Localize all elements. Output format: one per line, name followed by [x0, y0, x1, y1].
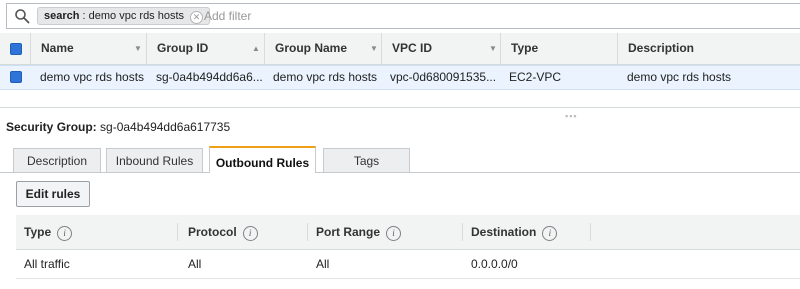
- column-divider: [307, 223, 308, 241]
- rules-header-protocol: Protocol i: [188, 215, 258, 249]
- column-header-type[interactable]: Type: [500, 33, 618, 64]
- security-group-heading: Security Group: sg-0a4b494dd6a617735: [6, 120, 230, 134]
- tab-tags[interactable]: Tags: [323, 148, 410, 172]
- info-icon[interactable]: i: [386, 226, 402, 241]
- rule-protocol: All: [188, 257, 202, 271]
- tab-divider: [0, 172, 800, 173]
- cell-description: demo vpc rds hosts: [627, 70, 732, 84]
- sort-icon[interactable]: ▼: [370, 33, 378, 64]
- edit-rules-button[interactable]: Edit rules: [16, 181, 90, 207]
- table-header: Name ▼ Group ID ▲ Group Name ▼ VPC ID ▼ …: [0, 33, 800, 65]
- filter-bar[interactable]: search : demo vpc rds hosts ✕: [6, 3, 800, 29]
- info-icon[interactable]: i: [57, 226, 73, 241]
- rule-port-range: All: [316, 257, 330, 271]
- rule-destination: 0.0.0.0/0: [471, 257, 518, 271]
- column-divider: [462, 223, 463, 241]
- rules-table-row: All traffic All All 0.0.0.0/0: [16, 250, 800, 279]
- row-checkbox[interactable]: [10, 71, 22, 83]
- filter-token-key: search: [44, 10, 80, 22]
- column-header-group-name[interactable]: Group Name: [264, 33, 382, 64]
- filter-token[interactable]: search : demo vpc rds hosts ✕: [37, 7, 211, 25]
- info-icon[interactable]: i: [242, 226, 258, 241]
- splitter-grip-icon[interactable]: ▪▪▪: [565, 111, 578, 121]
- panel-splitter[interactable]: [0, 107, 800, 108]
- cell-group-id: sg-0a4b494dd6a6...: [156, 70, 263, 84]
- tab-description[interactable]: Description: [13, 148, 101, 172]
- column-header-vpc-id[interactable]: VPC ID: [381, 33, 501, 64]
- cell-type: EC2-VPC: [509, 70, 562, 84]
- column-header-description[interactable]: Description: [617, 33, 800, 64]
- cell-group-name: demo vpc rds hosts: [273, 70, 378, 84]
- security-group-id: sg-0a4b494dd6a617735: [100, 120, 231, 134]
- column-header-name[interactable]: Name: [30, 33, 147, 64]
- sort-icon[interactable]: ▼: [489, 33, 497, 64]
- rules-header-destination: Destination i: [471, 215, 558, 249]
- select-all-checkbox[interactable]: [10, 43, 22, 55]
- add-filter-input[interactable]: [204, 7, 504, 25]
- column-divider: [590, 223, 591, 241]
- table-row[interactable]: demo vpc rds hosts sg-0a4b494dd6a6... de…: [0, 65, 800, 90]
- cell-vpc-id[interactable]: vpc-0d680091535...: [390, 66, 500, 89]
- rule-type: All traffic: [24, 257, 70, 271]
- tab-inbound-rules[interactable]: Inbound Rules: [106, 148, 203, 172]
- rules-header-type: Type i: [24, 215, 73, 249]
- cell-name: demo vpc rds hosts: [40, 70, 145, 84]
- rules-header-port-range: Port Range i: [316, 215, 402, 249]
- tab-outbound-rules[interactable]: Outbound Rules: [209, 146, 316, 173]
- sort-icon[interactable]: ▲: [252, 33, 260, 64]
- security-group-label: Security Group:: [6, 120, 97, 134]
- column-header-group-id[interactable]: Group ID: [146, 33, 265, 64]
- info-icon[interactable]: i: [542, 226, 558, 241]
- rules-table-header: Type i Protocol i Port Range i Destination i: [16, 215, 800, 250]
- sort-icon[interactable]: ▼: [134, 33, 142, 64]
- filter-token-value: demo vpc rds hosts: [88, 10, 185, 22]
- column-divider: [177, 223, 178, 241]
- remove-filter-icon[interactable]: ✕: [190, 11, 204, 24]
- search-icon: [15, 9, 30, 24]
